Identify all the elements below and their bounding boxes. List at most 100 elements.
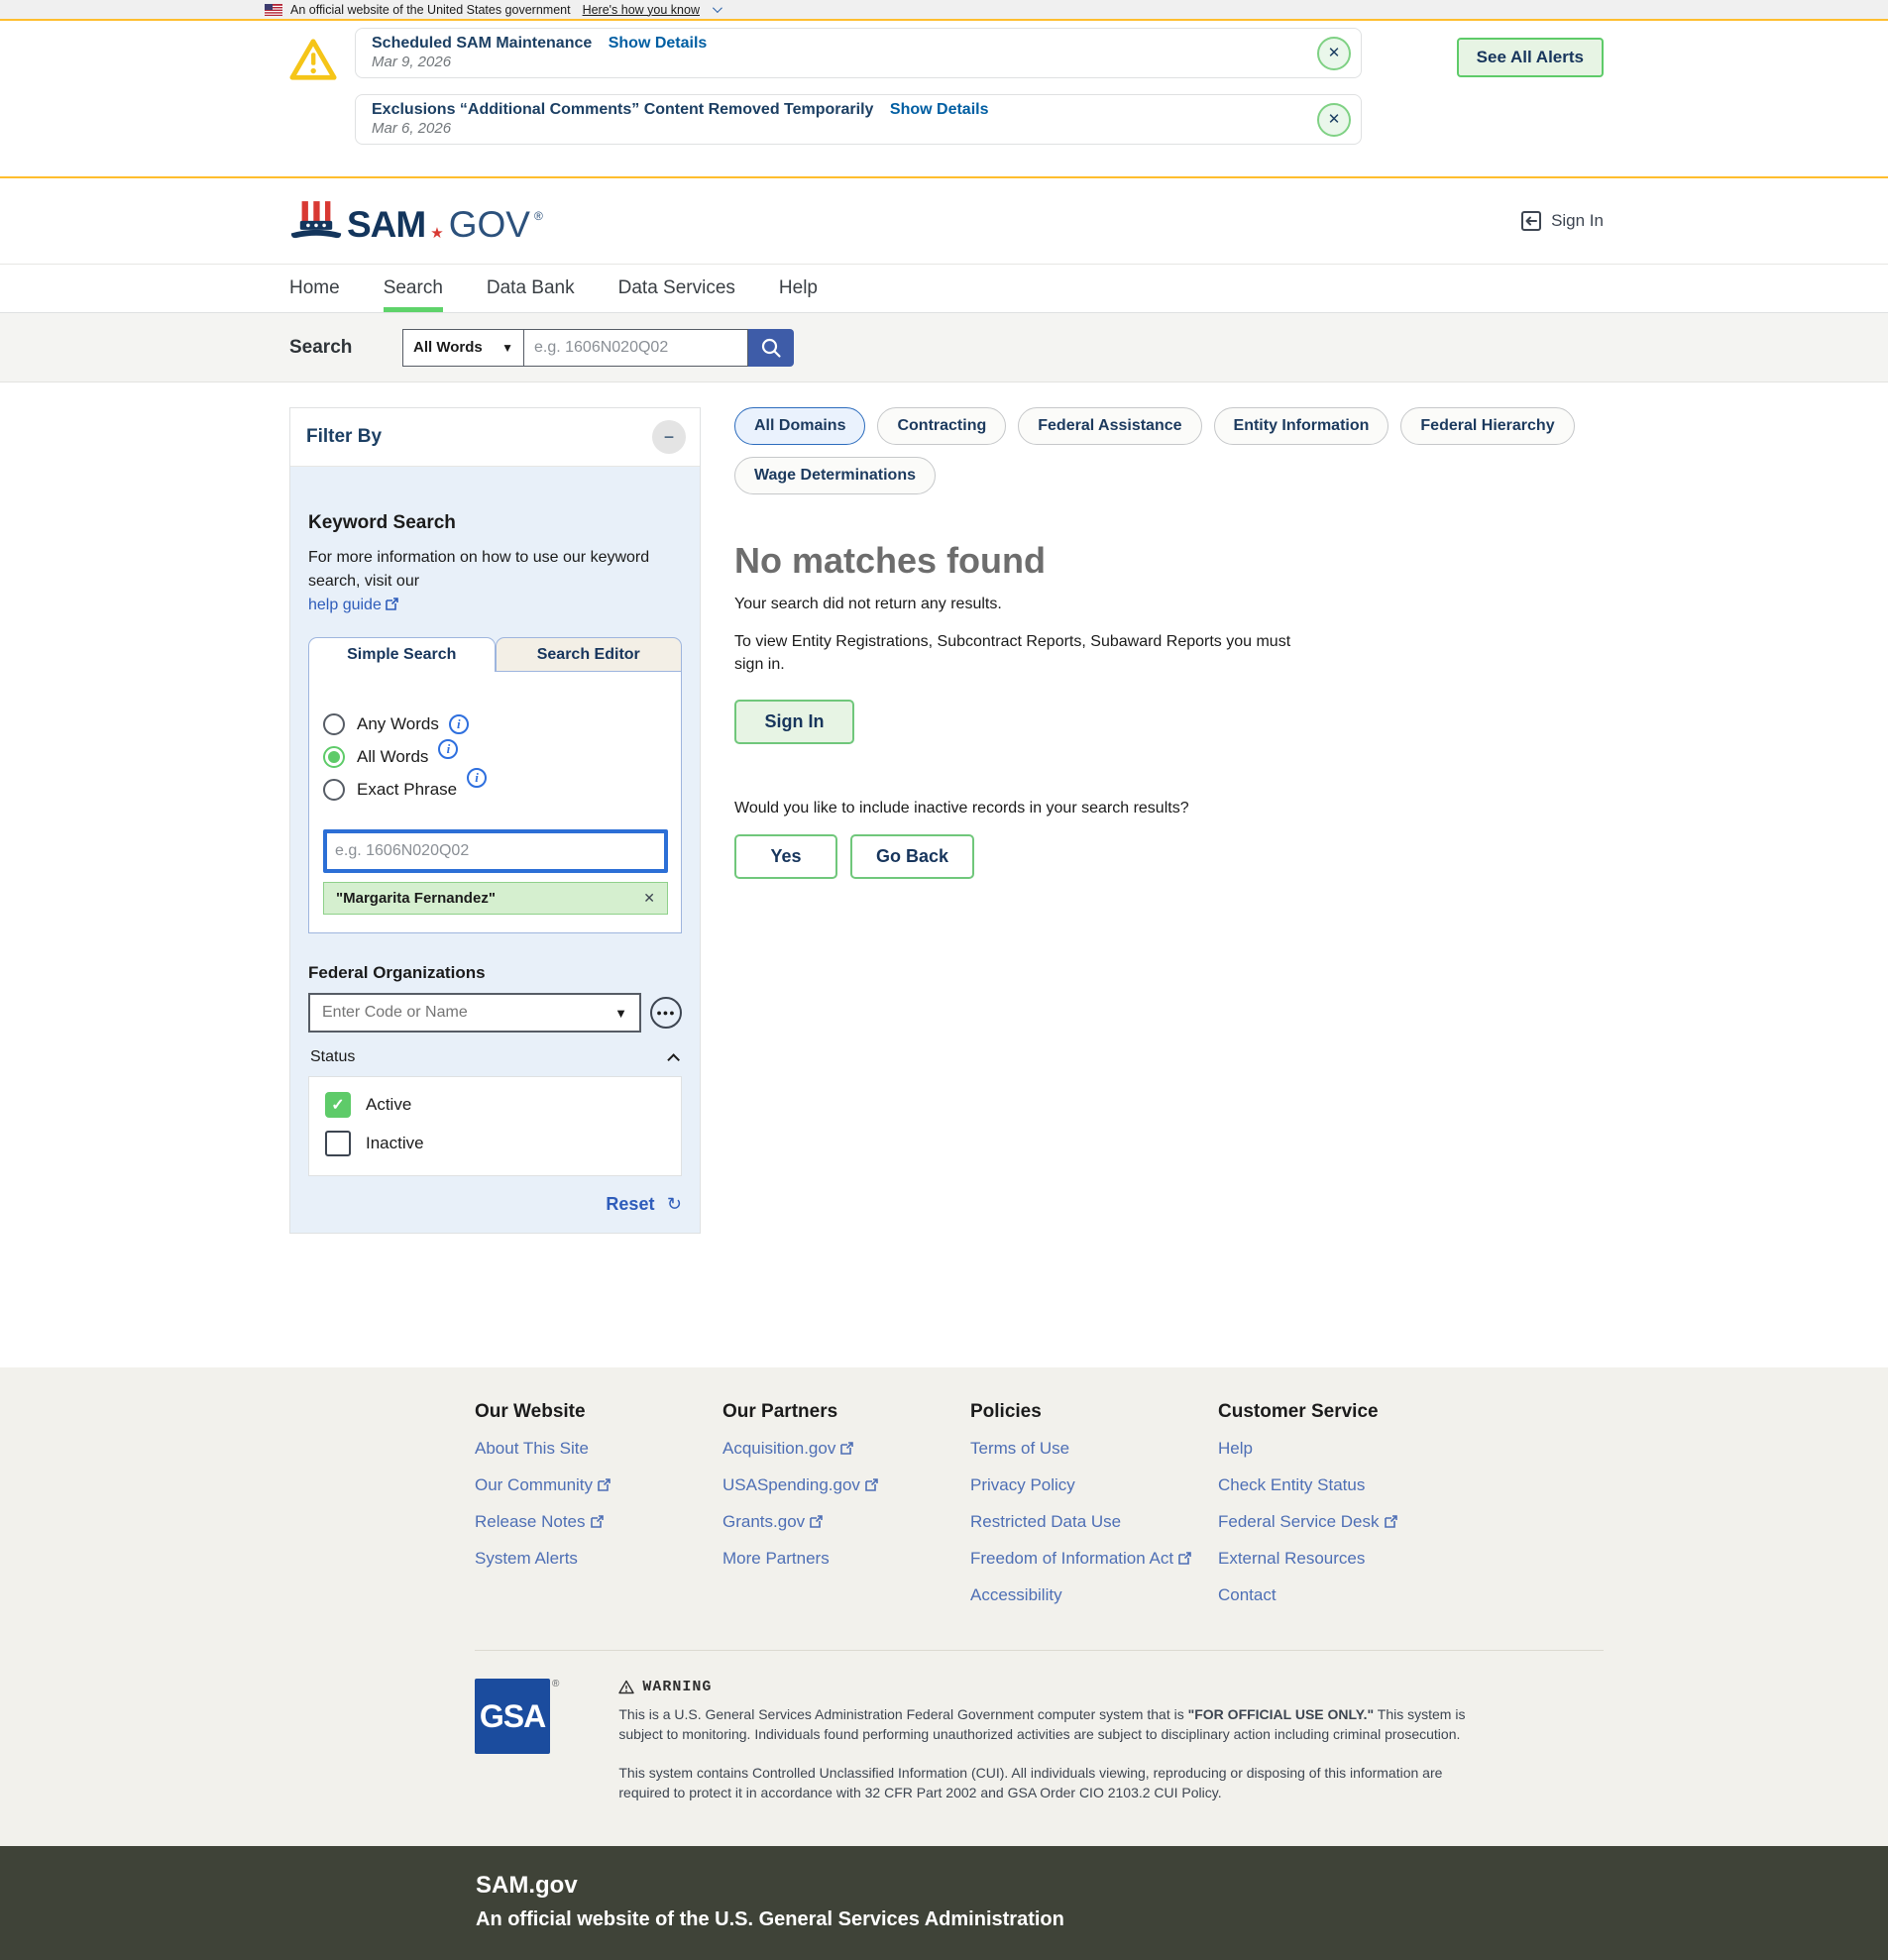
federal-organizations-heading: Federal Organizations xyxy=(308,963,682,983)
radio-all-words[interactable] xyxy=(323,746,345,768)
sam-gov-logo[interactable]: SAM ★ GOV ® xyxy=(289,199,543,243)
footer-link-foia[interactable]: Freedom of Information Act xyxy=(970,1549,1218,1569)
checkbox-active: ✓ xyxy=(325,1092,351,1118)
ellipsis-icon: ●●● xyxy=(656,1008,675,1018)
nav-item-data-services[interactable]: Data Services xyxy=(618,265,735,312)
header-sign-in-link[interactable]: Sign In xyxy=(1520,210,1604,232)
collapse-filters-button[interactable]: − xyxy=(652,420,686,454)
info-icon[interactable]: i xyxy=(467,768,487,788)
bottom-site-subtitle: An official website of the U.S. General … xyxy=(476,1908,1888,1931)
footer-column-title: Our Website xyxy=(475,1401,722,1423)
keyword-tag-label: "Margarita Fernandez" xyxy=(336,890,496,907)
check-icon: ✓ xyxy=(331,1095,344,1115)
footer-link-release-notes[interactable]: Release Notes xyxy=(475,1512,722,1532)
radio-any-words[interactable] xyxy=(323,713,345,735)
footer-link-grants-gov[interactable]: Grants.gov xyxy=(722,1512,970,1532)
federal-org-combobox[interactable]: Enter Code or Name ▼ xyxy=(308,993,641,1033)
footer-link-check-entity-status[interactable]: Check Entity Status xyxy=(1218,1475,1397,1495)
alert-date: Mar 9, 2026 xyxy=(372,54,1297,70)
close-icon: ✕ xyxy=(1328,45,1341,61)
gsa-registered-mark: ® xyxy=(552,1679,559,1689)
footer-link-federal-service-desk[interactable]: Federal Service Desk xyxy=(1218,1512,1397,1532)
footer-link-privacy-policy[interactable]: Privacy Policy xyxy=(970,1475,1218,1495)
gov-banner-text: An official website of the United States… xyxy=(290,3,571,17)
checkbox-active-row[interactable]: ✓ Active xyxy=(325,1092,665,1118)
sign-in-label: Sign In xyxy=(1551,211,1604,231)
checkbox-inactive xyxy=(325,1131,351,1156)
footer-link-acquisition-gov[interactable]: Acquisition.gov xyxy=(722,1439,970,1459)
help-guide-link[interactable]: help guide xyxy=(308,597,382,613)
domain-pill-federal-assistance[interactable]: Federal Assistance xyxy=(1018,407,1201,445)
reset-icon[interactable]: ↻ xyxy=(667,1194,682,1214)
external-link-icon xyxy=(865,1478,878,1491)
simple-search-panel: Any Words i All Words i Exact Phrase i "… xyxy=(308,672,682,933)
search-submit-button[interactable] xyxy=(748,329,794,367)
see-all-alerts-button[interactable]: See All Alerts xyxy=(1457,38,1604,77)
chevron-down-icon xyxy=(713,3,722,13)
gsa-logo: GSA xyxy=(475,1679,550,1754)
show-details-link[interactable]: Show Details xyxy=(609,35,708,52)
yes-button[interactable]: Yes xyxy=(734,834,837,879)
reset-filters-link[interactable]: Reset xyxy=(606,1194,654,1214)
keyword-input[interactable] xyxy=(323,829,668,873)
federal-org-more-button[interactable]: ●●● xyxy=(650,997,682,1029)
warning-paragraph-2: This system contains Controlled Unclassi… xyxy=(618,1764,1491,1802)
nav-item-search[interactable]: Search xyxy=(384,265,443,312)
info-icon[interactable]: i xyxy=(449,714,469,734)
footer-link-more-partners[interactable]: More Partners xyxy=(722,1549,970,1569)
search-label: Search xyxy=(289,337,402,359)
checkbox-inactive-row[interactable]: Inactive xyxy=(325,1131,665,1156)
tab-search-editor[interactable]: Search Editor xyxy=(496,637,683,672)
domain-pill-wage-determinations[interactable]: Wage Determinations xyxy=(734,457,936,494)
radio-exact-phrase[interactable] xyxy=(323,779,345,801)
bottom-identity-bar: SAM.gov An official website of the U.S. … xyxy=(0,1846,1888,1960)
alert-close-button[interactable]: ✕ xyxy=(1317,37,1351,70)
external-link-icon xyxy=(1385,1515,1397,1528)
info-icon[interactable]: i xyxy=(438,739,458,759)
how-you-know-link[interactable]: Here's how you know xyxy=(583,3,700,17)
footer-link-external-resources[interactable]: External Resources xyxy=(1218,1549,1397,1569)
checkbox-inactive-label: Inactive xyxy=(366,1134,424,1153)
results-area: All Domains Contracting Federal Assistan… xyxy=(734,407,1604,879)
domain-pill-all-domains[interactable]: All Domains xyxy=(734,407,865,445)
status-section-toggle[interactable]: Status xyxy=(308,1048,682,1066)
nav-item-home[interactable]: Home xyxy=(289,265,340,312)
footer-link-help[interactable]: Help xyxy=(1218,1439,1397,1459)
footer-link-contact[interactable]: Contact xyxy=(1218,1585,1397,1605)
footer-link-terms-of-use[interactable]: Terms of Use xyxy=(970,1439,1218,1459)
footer-column-title: Policies xyxy=(970,1401,1218,1423)
sign-in-button[interactable]: Sign In xyxy=(734,700,854,744)
status-options: ✓ Active Inactive xyxy=(308,1076,682,1176)
site-header: SAM ★ GOV ® Sign In xyxy=(0,178,1888,264)
alert-close-button[interactable]: ✕ xyxy=(1317,103,1351,137)
warning-paragraph-1: This is a U.S. General Services Administ… xyxy=(618,1705,1491,1744)
nav-item-help[interactable]: Help xyxy=(779,265,818,312)
footer-link-system-alerts[interactable]: System Alerts xyxy=(475,1549,722,1569)
global-search-input[interactable] xyxy=(524,329,748,367)
footer-column-our-website: Our Website About This Site Our Communit… xyxy=(475,1401,722,1622)
domain-pill-entity-information[interactable]: Entity Information xyxy=(1214,407,1389,445)
nav-item-data-bank[interactable]: Data Bank xyxy=(487,265,575,312)
tab-simple-search[interactable]: Simple Search xyxy=(308,637,496,672)
footer-link-usaspending-gov[interactable]: USASpending.gov xyxy=(722,1475,970,1495)
footer-link-our-community[interactable]: Our Community xyxy=(475,1475,722,1495)
us-flag-icon xyxy=(265,4,282,16)
external-link-icon xyxy=(840,1442,853,1455)
show-details-link[interactable]: Show Details xyxy=(890,101,989,118)
search-icon xyxy=(760,337,782,359)
go-back-button[interactable]: Go Back xyxy=(850,834,974,879)
footer-link-about-this-site[interactable]: About This Site xyxy=(475,1439,722,1459)
footer-link-accessibility[interactable]: Accessibility xyxy=(970,1585,1218,1605)
logo-text-gov: GOV xyxy=(449,206,530,243)
include-inactive-question: Would you like to include inactive recor… xyxy=(734,800,1604,817)
footer-column-our-partners: Our Partners Acquisition.gov USASpending… xyxy=(722,1401,970,1622)
checkbox-active-label: Active xyxy=(366,1095,411,1115)
logo-star-icon: ★ xyxy=(430,226,443,241)
domain-pill-federal-hierarchy[interactable]: Federal Hierarchy xyxy=(1400,407,1574,445)
search-mode-select[interactable]: All Words ▼ xyxy=(402,329,524,367)
search-mode-value: All Words xyxy=(413,339,483,356)
chevron-up-icon xyxy=(667,1053,680,1066)
domain-pill-contracting[interactable]: Contracting xyxy=(877,407,1006,445)
footer-link-restricted-data-use[interactable]: Restricted Data Use xyxy=(970,1512,1218,1532)
remove-tag-icon[interactable]: ✕ xyxy=(643,890,655,907)
